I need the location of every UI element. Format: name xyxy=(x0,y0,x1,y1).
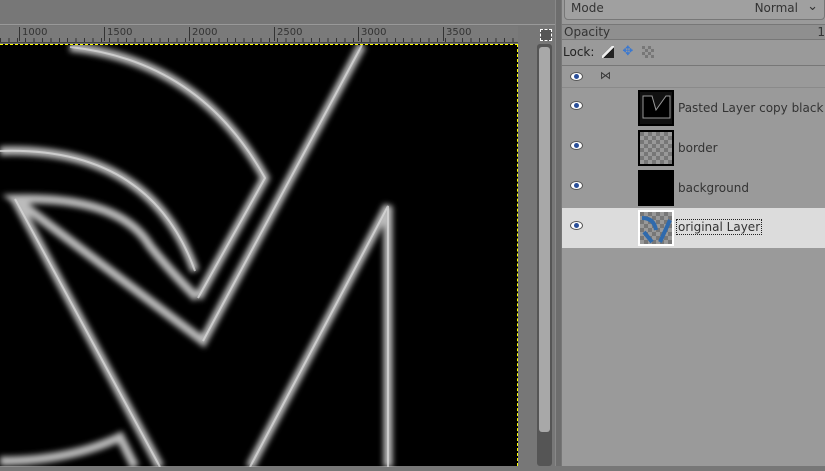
opacity-slider[interactable]: Opacity 1 xyxy=(562,24,825,40)
chain-icon[interactable]: ⋈ xyxy=(600,69,611,82)
navigate-icon[interactable] xyxy=(540,29,552,41)
mode-value: Normal xyxy=(754,1,798,15)
image-canvas[interactable] xyxy=(0,42,518,470)
lock-row: Lock: ✥ xyxy=(562,42,655,62)
layer-thumbnail xyxy=(638,170,674,206)
layer-thumbnail xyxy=(638,210,674,246)
ruler-minor-ticks xyxy=(0,38,518,42)
vertical-scrollbar[interactable] xyxy=(537,44,552,466)
layer-name[interactable]: original Layer xyxy=(676,219,763,235)
toolbar-area xyxy=(0,0,556,25)
layer-row[interactable]: Pasted Layer copy black xyxy=(562,88,825,128)
layer-thumbnail xyxy=(638,90,674,126)
eye-icon[interactable] xyxy=(570,72,583,81)
layer-row[interactable]: background xyxy=(562,168,825,208)
eye-icon[interactable] xyxy=(570,101,583,110)
opacity-label: Opacity xyxy=(564,25,611,39)
layer-name[interactable]: background xyxy=(678,181,749,195)
layer-row[interactable]: border xyxy=(562,128,825,168)
mode-dropdown[interactable]: Mode Normal ⌄ xyxy=(564,0,825,20)
layer-thumbnail xyxy=(638,130,674,166)
lock-pixels-icon[interactable] xyxy=(602,46,615,58)
logo-outline-artwork xyxy=(0,42,393,470)
layer-name[interactable]: Pasted Layer copy black xyxy=(678,101,823,115)
opacity-value: 1 xyxy=(817,25,825,39)
layers-list: ⋈ Pasted Layer copy black border backgro… xyxy=(562,65,825,466)
layers-list-header: ⋈ xyxy=(562,66,825,88)
scrollbar-thumb[interactable] xyxy=(539,47,550,432)
mode-label: Mode xyxy=(571,1,604,15)
layer-name[interactable]: border xyxy=(678,141,718,155)
chevron-down-icon: ⌄ xyxy=(807,0,818,14)
lock-alpha-icon[interactable] xyxy=(642,46,655,58)
eye-icon[interactable] xyxy=(570,181,583,190)
horizontal-ruler[interactable]: 1000 1500 2000 2500 3000 3500 xyxy=(0,26,518,43)
lock-position-icon[interactable]: ✥ xyxy=(622,45,634,58)
lock-label: Lock: xyxy=(563,45,595,59)
layer-row-selected[interactable]: original Layer xyxy=(562,208,825,248)
layers-panel: Mode Normal ⌄ Opacity 1 Lock: ✥ ⋈ Pasted… xyxy=(562,0,825,466)
panel-divider[interactable] xyxy=(555,0,561,466)
eye-icon[interactable] xyxy=(570,221,583,230)
eye-icon[interactable] xyxy=(570,141,583,150)
